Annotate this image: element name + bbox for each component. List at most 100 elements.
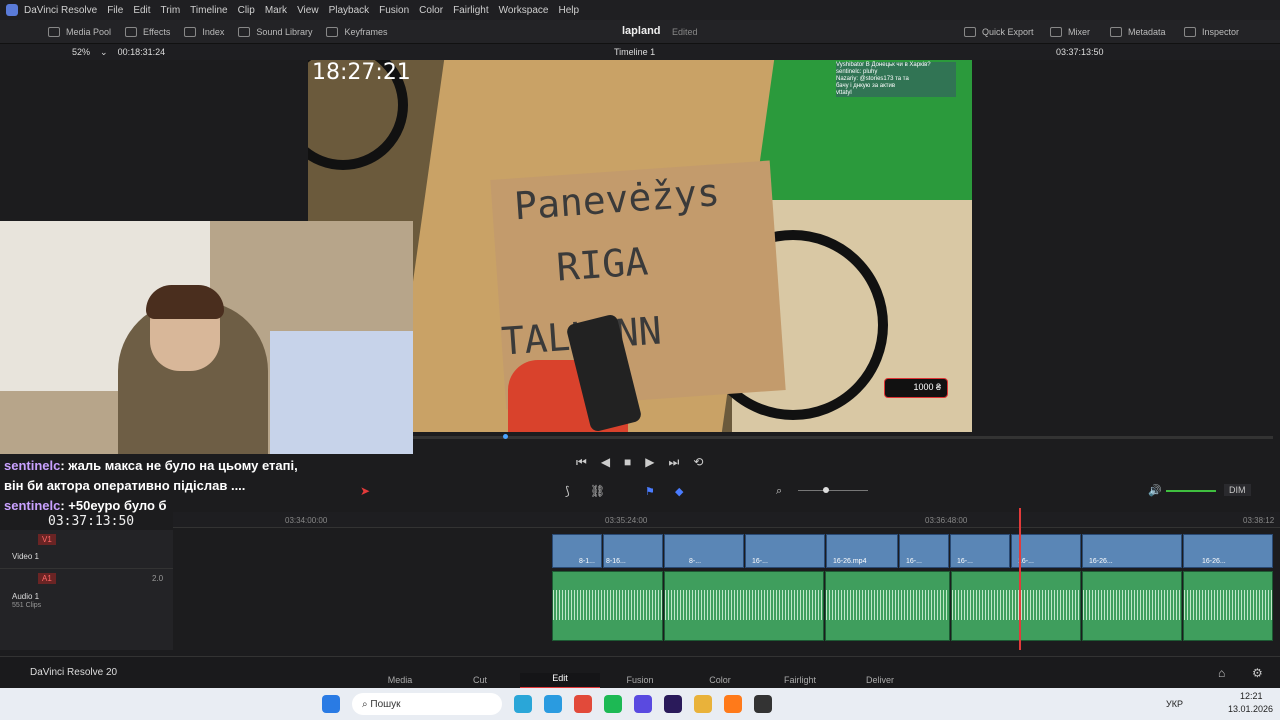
effects-button[interactable]: Effects (125, 26, 171, 37)
menu-clip[interactable]: Clip (238, 5, 255, 16)
play-icon[interactable]: ▶ (645, 455, 654, 470)
keyframes-label: Keyframes (344, 26, 388, 37)
menu-view[interactable]: View (297, 5, 319, 16)
taskbar-search[interactable]: ⌕ Пошук (352, 693, 502, 715)
menu-help[interactable]: Help (558, 5, 579, 16)
video-clip[interactable]: 16-26... (1183, 534, 1273, 568)
mixer-button[interactable]: Mixer (1050, 27, 1090, 37)
clock-date[interactable]: 13.01.2026 (1228, 704, 1273, 714)
go-to-end-icon[interactable]: ⏭ (669, 455, 680, 470)
menu-playback[interactable]: Playback (329, 5, 370, 16)
video-clip[interactable]: 16-... (745, 534, 825, 568)
flag-icon[interactable]: ⚑ (645, 485, 655, 498)
loop-icon[interactable]: ⟲ (693, 455, 703, 470)
audio-clip[interactable] (1082, 571, 1182, 641)
sign-line: RIGA (555, 239, 650, 290)
discord-icon[interactable] (634, 695, 652, 713)
edge-icon[interactable] (514, 695, 532, 713)
link-icon[interactable]: ⛓ (590, 484, 605, 498)
media-pool-button[interactable]: Media Pool (48, 26, 111, 37)
menu-file[interactable]: File (107, 5, 123, 16)
sound-library-label: Sound Library (256, 26, 313, 37)
inspector-label: Inspector (1202, 27, 1240, 37)
menu-fusion[interactable]: Fusion (379, 5, 409, 16)
a1-tag[interactable]: A1 (38, 573, 56, 584)
sound-library-button[interactable]: Sound Library (238, 26, 313, 37)
tab-color[interactable]: Color (680, 675, 760, 689)
metadata-label: Metadata (1128, 27, 1166, 37)
audio-clip[interactable] (664, 571, 824, 641)
video-clip[interactable]: 16-... (950, 534, 1010, 568)
menu-trim[interactable]: Trim (161, 5, 181, 16)
menu-mark[interactable]: Mark (265, 5, 287, 16)
inspector-button[interactable]: Inspector (1184, 27, 1239, 37)
firefox-icon[interactable] (724, 695, 742, 713)
marker-icon[interactable]: ◆ (675, 485, 683, 498)
home-icon[interactable]: ⌂ (1218, 666, 1225, 680)
premiere-icon[interactable] (664, 695, 682, 713)
telegram-icon[interactable] (544, 695, 562, 713)
audio-clip[interactable] (825, 571, 950, 641)
video-clip[interactable]: 8-1... (552, 534, 602, 568)
chat-text: він би актора оперативно підіслав .... (4, 478, 246, 493)
menu-color[interactable]: Color (419, 5, 443, 16)
effects-label: Effects (143, 26, 171, 37)
timeline-select[interactable]: Timeline 1 (614, 47, 655, 57)
go-to-start-icon[interactable]: ⏮ (576, 455, 587, 470)
video-clip[interactable]: 8-... (664, 534, 744, 568)
menu-timeline[interactable]: Timeline (190, 5, 227, 16)
zoom-magnifier-icon[interactable]: ⌕ (776, 485, 782, 498)
keyframes-icon (326, 26, 339, 37)
playhead[interactable] (1019, 508, 1021, 650)
spotify-icon[interactable] (604, 695, 622, 713)
index-button[interactable]: Index (184, 26, 224, 37)
scrubber-handle[interactable] (503, 434, 508, 439)
streamer-hair (146, 285, 224, 319)
obs-icon[interactable] (754, 695, 772, 713)
chevron-down-icon[interactable]: ⌄ (100, 47, 108, 58)
chat-line: Vyshibator В Донецьк чи в Харків? (836, 62, 931, 68)
audio-clip[interactable] (951, 571, 1081, 641)
gear-icon[interactable]: ⚙ (1252, 666, 1263, 680)
audio-clip[interactable] (1183, 571, 1273, 641)
video-clip[interactable]: 16-26.mp4 (826, 534, 898, 568)
video-clip[interactable]: 16-26... (1082, 534, 1182, 568)
zoom-select[interactable]: 52% (72, 47, 90, 57)
menu-workspace[interactable]: Workspace (499, 5, 549, 16)
viewer-scrubber[interactable] (413, 436, 1273, 439)
a1-level: 2.0 (152, 574, 164, 583)
snapping-icon[interactable]: ⟆ (565, 484, 570, 498)
audio-clip[interactable] (552, 571, 663, 641)
video-clip[interactable]: 8-16... (603, 534, 663, 568)
menu-edit[interactable]: Edit (133, 5, 150, 16)
stop-icon[interactable]: ■ (624, 455, 631, 470)
folder-icon[interactable] (694, 695, 712, 713)
timeline-ruler[interactable]: 03:34:00:00 03:35:24:00 03:36:48:00 03:3… (173, 512, 1280, 528)
dim-button[interactable]: DIM (1224, 484, 1251, 496)
step-back-icon[interactable]: ◀ (601, 455, 610, 470)
windows-start-icon[interactable] (322, 695, 340, 713)
video-clip[interactable]: 16-... (899, 534, 949, 568)
keyframes-button[interactable]: Keyframes (326, 26, 388, 37)
menu-app[interactable]: DaVinci Resolve (24, 5, 97, 16)
selection-tool-icon[interactable]: ➤ (360, 484, 370, 498)
chrome-icon[interactable] (574, 695, 592, 713)
tab-cut[interactable]: Cut (440, 675, 520, 689)
tab-media[interactable]: Media (360, 675, 440, 689)
v1-tag[interactable]: V1 (38, 534, 56, 545)
speaker-icon[interactable]: 🔊 (1148, 484, 1162, 497)
clip-label: 16-26.mp4 (833, 558, 867, 565)
menu-fairlight[interactable]: Fairlight (453, 5, 489, 16)
tab-fairlight[interactable]: Fairlight (760, 675, 840, 689)
zoom-slider-handle[interactable] (823, 487, 829, 493)
clock-time[interactable]: 12:21 (1240, 691, 1263, 701)
quick-export-button[interactable]: Quick Export (964, 27, 1034, 37)
zoom-slider[interactable] (798, 490, 868, 491)
video-clip[interactable]: 16-... (1011, 534, 1081, 568)
language-indicator[interactable]: УКР (1166, 699, 1183, 709)
tab-edit[interactable]: Edit (520, 672, 600, 689)
metadata-button[interactable]: Metadata (1110, 27, 1166, 37)
tab-deliver[interactable]: Deliver (840, 675, 920, 689)
tab-fusion[interactable]: Fusion (600, 675, 680, 689)
volume-slider[interactable] (1166, 490, 1216, 492)
